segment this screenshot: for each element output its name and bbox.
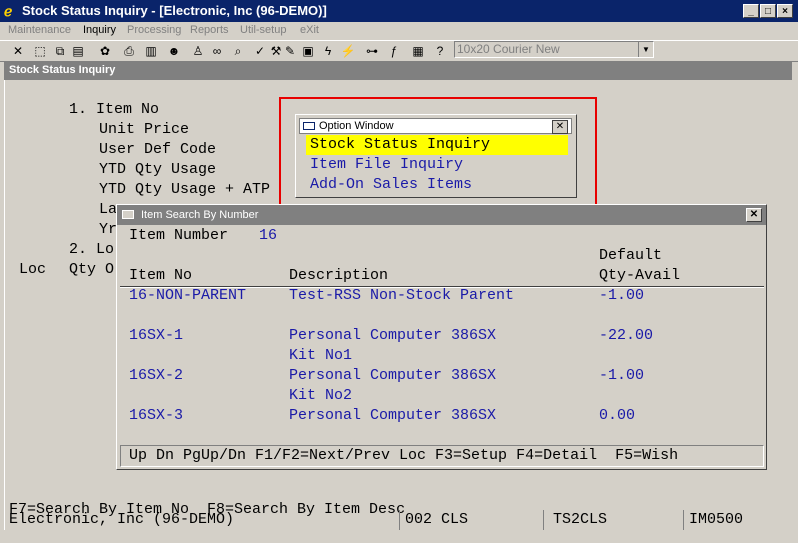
menu-util-setup[interactable]: Util-setup — [240, 24, 286, 36]
field-item-no-label: 1. Item No — [69, 101, 160, 118]
maximize-button[interactable]: □ — [760, 4, 776, 18]
paste-icon[interactable]: ▤ — [70, 43, 86, 59]
option-item-item-file-inquiry[interactable]: Item File Inquiry — [306, 155, 568, 175]
col-qty-header: Qty O — [69, 261, 115, 278]
ytd-qty-usage-atp-label: YTD Qty Usage + ATP — [99, 181, 271, 198]
person-icon[interactable]: ☻ — [166, 43, 182, 59]
row-qty: -1.00 — [599, 367, 645, 384]
ytd-qty-usage-label: YTD Qty Usage — [99, 161, 217, 178]
unit-price-label: Unit Price — [99, 121, 190, 138]
menu-inquiry[interactable]: Inquiry — [83, 24, 116, 36]
link-icon[interactable]: ⊶ — [364, 43, 380, 59]
user-icon[interactable]: ♙ — [190, 43, 206, 59]
inner-title-text: Stock Status Inquiry — [9, 64, 116, 76]
row-qty: 0.00 — [599, 407, 636, 424]
cut-icon[interactable]: ✕ — [10, 43, 26, 59]
row-description: Personal Computer 386SX — [289, 407, 497, 424]
row-item-no: 16SX-2 — [129, 367, 184, 384]
row-qty: -1.00 — [599, 287, 645, 304]
document-icon[interactable]: ▥ — [143, 43, 159, 59]
col-loc-header: Loc — [19, 261, 47, 278]
bolt-icon[interactable]: ⚡ — [340, 43, 356, 59]
copy-icon[interactable]: ⧉ — [52, 43, 68, 59]
qty-header-line2: Qty-Avail — [599, 267, 681, 284]
pen-icon[interactable]: ✎ — [282, 43, 298, 59]
partial-label-yr: Yr — [99, 221, 118, 238]
row-description: Personal Computer 386SX — [289, 367, 497, 384]
status-divider — [399, 510, 400, 530]
status-cls: 002 CLS — [405, 511, 469, 528]
status-code: IM0500 — [689, 511, 744, 528]
row-item-no: 16SX-3 — [129, 407, 184, 424]
notepad-icon[interactable]: ▦ — [410, 43, 426, 59]
status-divider — [683, 510, 684, 530]
row-description: Personal Computer 386SX — [289, 327, 497, 344]
row-qty: -22.00 — [599, 327, 654, 344]
close-icon[interactable]: ✕ — [746, 208, 762, 222]
settings-icon[interactable]: ✿ — [97, 43, 113, 59]
toolbar: ✕ ⬚ ⧉ ▤ ✿ ⎙ ▥ ☻ ♙ ∞ ⌕ ✓ ⚒ ✎ ▣ ϟ ⚡ ⊶ ƒ ▦ … — [0, 40, 798, 62]
chevron-down-icon[interactable]: ▼ — [638, 42, 653, 57]
item-search-window[interactable]: Item Search By Number ✕ Item Number 16 D… — [116, 204, 767, 470]
font-select[interactable]: 10x20 Courier New ▼ — [454, 41, 654, 58]
menu-processing[interactable]: Processing — [127, 24, 181, 36]
menu-exit[interactable]: eXit — [300, 24, 319, 36]
option-window[interactable]: Option Window ✕ Stock Status Inquiry Ite… — [295, 114, 577, 198]
app-icon[interactable]: ℯ — [4, 3, 20, 19]
search-footer-keys: Up Dn PgUp/Dn F1/F2=Next/Prev Loc F3=Set… — [129, 447, 679, 464]
select-icon[interactable]: ⬚ — [32, 43, 48, 59]
close-button[interactable]: × — [777, 4, 793, 18]
item-search-titlebar[interactable]: Item Search By Number ✕ — [117, 205, 766, 225]
user-def-code-label: User Def Code — [99, 141, 217, 158]
lightning-icon[interactable]: ϟ — [320, 43, 336, 59]
window-icon — [122, 210, 134, 219]
inner-window-title: Stock Status Inquiry — [4, 61, 792, 80]
item-search-title: Item Search By Number — [141, 209, 259, 221]
print-icon[interactable]: ⎙ — [121, 43, 137, 59]
option-item-stock-status-inquiry[interactable]: Stock Status Inquiry — [306, 135, 568, 155]
menu-maintenance[interactable]: Maintenance — [8, 24, 71, 36]
option-item-add-on-sales-items[interactable]: Add-On Sales Items — [306, 175, 568, 195]
status-company: Electronic, Inc (96-DEMO) — [9, 511, 235, 528]
option-window-titlebar[interactable]: Option Window ✕ — [299, 118, 572, 134]
partial-label-la: La — [99, 201, 118, 218]
row-description-2: Kit No1 — [289, 347, 353, 364]
minimize-button[interactable]: _ — [743, 4, 759, 18]
description-header: Description — [289, 267, 389, 284]
item-number-label: Item Number — [129, 227, 229, 244]
menu-reports[interactable]: Reports — [190, 24, 229, 36]
row-description: Test-RSS Non-Stock Parent — [289, 287, 515, 304]
window-title: Stock Status Inquiry - [Electronic, Inc … — [22, 3, 327, 18]
item-no-header: Item No — [129, 267, 193, 284]
check-icon[interactable]: ✓ — [252, 43, 268, 59]
window-titlebar[interactable]: ℯ Stock Status Inquiry - [Electronic, In… — [0, 0, 798, 22]
row-item-no: 16-NON-PARENT — [129, 287, 247, 304]
close-icon[interactable]: ✕ — [552, 120, 568, 134]
field-loc-label: 2. Lo — [69, 241, 115, 258]
function-icon[interactable]: ƒ — [386, 43, 402, 59]
binoculars-icon[interactable]: ∞ — [209, 43, 225, 59]
status-program: TS2CLS — [553, 511, 608, 528]
option-window-title: Option Window — [319, 120, 394, 132]
row-item-no: 16SX-1 — [129, 327, 184, 344]
menu-bar: Maintenance Inquiry Processing Reports U… — [0, 23, 798, 39]
help-icon[interactable]: ? — [432, 43, 448, 59]
magnifier-icon[interactable]: ⌕ — [230, 43, 246, 59]
qty-header-line1: Default — [599, 247, 663, 264]
item-number-input[interactable]: 16 — [259, 226, 277, 246]
window-icon — [303, 122, 315, 130]
row-description-2: Kit No2 — [289, 387, 353, 404]
status-divider — [543, 510, 544, 530]
disk-icon[interactable]: ▣ — [300, 43, 316, 59]
font-select-value: 10x20 Courier New — [457, 42, 560, 56]
